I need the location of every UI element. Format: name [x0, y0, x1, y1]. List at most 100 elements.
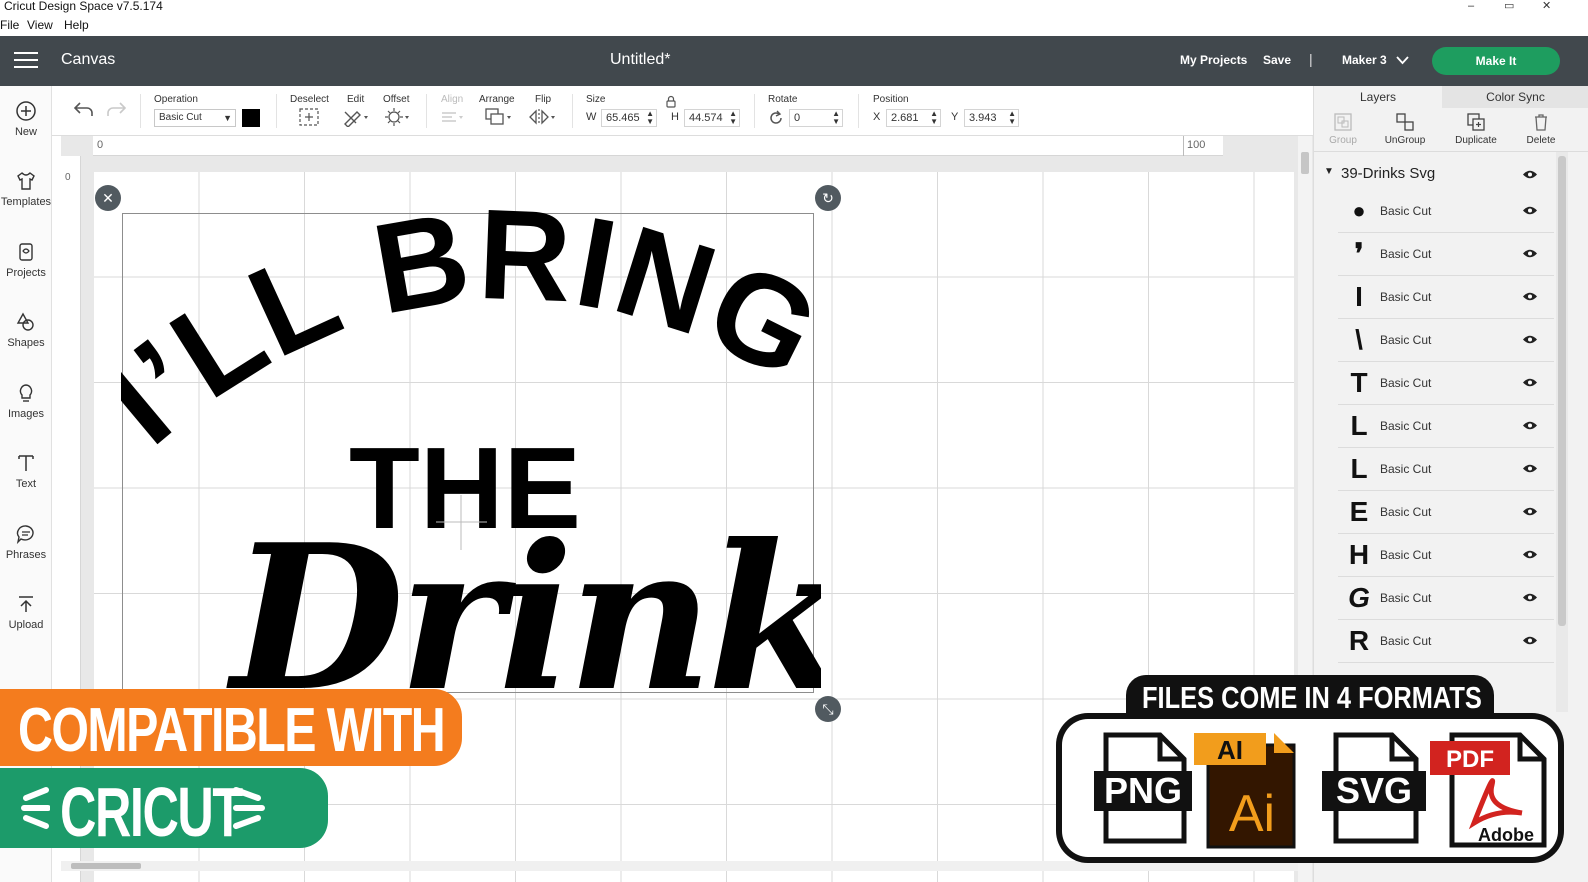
layer-item[interactable]: L Basic Cut [1338, 448, 1554, 491]
sidebar-label-upload: Upload [8, 619, 44, 631]
stepper-icon[interactable]: ▲ ▼ [729, 110, 737, 126]
flip-icon[interactable] [528, 107, 558, 127]
operation-value: Basic Cut [159, 112, 202, 123]
rotate-handle-icon[interactable]: ↻ [815, 185, 841, 211]
design-artwork[interactable]: I’LL BRING THE Drinks [121, 210, 821, 700]
position-label: Position [873, 94, 909, 105]
y-input[interactable]: 3.943 ▲ ▼ [964, 109, 1019, 127]
operation-label: Operation [154, 94, 198, 105]
cricut-banner: CRICUT [0, 768, 328, 851]
sidebar-label-text: Text [15, 478, 37, 490]
layer-label: Basic Cut [1380, 247, 1432, 261]
sidebar-item-text[interactable]: Text [0, 452, 52, 490]
operation-select[interactable]: Basic Cut ▼ [154, 109, 236, 127]
offset-icon[interactable] [384, 107, 412, 127]
chevron-down-icon[interactable] [1396, 56, 1409, 65]
delete-button[interactable]: Delete [1513, 112, 1569, 146]
minimize-icon[interactable]: – [1468, 0, 1474, 12]
duplicate-label: Duplicate [1455, 135, 1497, 146]
stepper-icon[interactable]: ▲ ▼ [646, 110, 654, 126]
eye-icon[interactable] [1522, 463, 1538, 474]
sidebar-label-projects: Projects [6, 267, 46, 279]
app-window: Cricut Design Space v7.5.174 – ▭ ✕ File … [0, 0, 1588, 882]
stepper-icon[interactable]: ▲ ▼ [1008, 110, 1016, 126]
eye-icon[interactable] [1522, 291, 1538, 302]
stepper-icon[interactable]: ▲ ▼ [832, 110, 840, 126]
group-button[interactable]: Group [1315, 112, 1371, 146]
eye-icon[interactable] [1522, 549, 1538, 560]
sidebar-item-new[interactable]: New [0, 100, 52, 138]
menu-file[interactable]: File [0, 18, 19, 32]
sidebar-item-images[interactable]: Images [0, 382, 52, 420]
duplicate-button[interactable]: Duplicate [1448, 112, 1504, 146]
layer-item[interactable]: H Basic Cut [1338, 534, 1554, 577]
lock-icon[interactable] [665, 95, 677, 108]
layer-thumbnail: \ [1355, 324, 1363, 355]
svg-label: SVG [1336, 770, 1412, 811]
menu-help[interactable]: Help [64, 18, 89, 32]
layer-item[interactable]: ❜ Basic Cut [1338, 233, 1554, 276]
eye-icon[interactable] [1522, 506, 1538, 517]
ruler-top-start: 0 [97, 139, 104, 151]
x-input[interactable]: 2.681 ▲ ▼ [886, 109, 941, 127]
layer-item[interactable]: T Basic Cut [1338, 362, 1554, 405]
stepper-icon[interactable]: ▲ ▼ [930, 110, 938, 126]
formats-box: PNG AI Ai SVG PDF Adobe [1056, 713, 1564, 863]
eye-icon[interactable] [1522, 635, 1538, 646]
eye-icon[interactable] [1522, 169, 1538, 180]
rotate-input[interactable]: 0 ▲ ▼ [789, 109, 843, 127]
delete-handle-icon[interactable]: ✕ [95, 185, 121, 211]
sidebar-label-templates: Templates [0, 196, 52, 208]
eye-icon[interactable] [1522, 377, 1538, 388]
eye-icon[interactable] [1522, 592, 1538, 603]
ai-label: Ai [1229, 785, 1275, 843]
layer-label: Basic Cut [1380, 591, 1432, 605]
edit-label: Edit [347, 94, 365, 105]
arrange-icon[interactable] [484, 107, 514, 127]
my-projects-link[interactable]: My Projects [1180, 53, 1247, 67]
ungroup-button[interactable]: UnGroup [1377, 112, 1433, 146]
restore-icon[interactable]: ▭ [1504, 0, 1514, 12]
title-bar: Cricut Design Space v7.5.174 – ▭ ✕ [0, 0, 1588, 14]
machine-selector[interactable]: Maker 3 [1342, 53, 1387, 67]
caret-down-icon[interactable]: ▼ [1324, 166, 1334, 177]
text-icon [18, 455, 34, 471]
sidebar-item-projects[interactable]: Projects [0, 241, 52, 279]
layer-item[interactable]: \ Basic Cut [1338, 319, 1554, 362]
layer-item[interactable]: G Basic Cut [1338, 577, 1554, 620]
sidebar-item-templates[interactable]: Templates [0, 170, 52, 208]
topbar-separator: | [1309, 51, 1313, 67]
x-value: 2.681 [891, 112, 919, 124]
hamburger-menu-icon[interactable] [14, 52, 38, 70]
edit-toolbar: Operation Basic Cut ▼ Deselect Edit Offs… [52, 86, 1313, 136]
sidebar-item-shapes[interactable]: Shapes [0, 311, 52, 349]
save-link[interactable]: Save [1263, 53, 1291, 67]
edit-icon[interactable] [342, 107, 370, 127]
eye-icon[interactable] [1522, 420, 1538, 431]
redo-icon[interactable] [104, 99, 128, 119]
tab-color-sync[interactable]: Color Sync [1442, 86, 1588, 108]
close-window-icon[interactable]: ✕ [1542, 0, 1551, 12]
eye-icon[interactable] [1522, 248, 1538, 259]
layer-group-row[interactable]: ▼ 39-Drinks Svg [1314, 160, 1554, 188]
align-icon[interactable] [440, 107, 466, 127]
menu-view[interactable]: View [27, 18, 53, 32]
sidebar-item-upload[interactable]: Upload [0, 593, 52, 631]
height-input[interactable]: 44.574 ▲ ▼ [684, 109, 740, 127]
layer-item[interactable]: E Basic Cut [1338, 491, 1554, 534]
tab-layers[interactable]: Layers [1314, 86, 1442, 108]
width-input[interactable]: 65.465 ▲ ▼ [601, 109, 657, 127]
layer-item[interactable]: R Basic Cut [1338, 620, 1554, 663]
layer-item[interactable]: I Basic Cut [1338, 276, 1554, 319]
undo-icon[interactable] [72, 99, 96, 119]
eye-icon[interactable] [1522, 205, 1538, 216]
layer-item[interactable]: L Basic Cut [1338, 405, 1554, 448]
deselect-icon[interactable] [298, 107, 320, 127]
make-it-button[interactable]: Make It [1432, 47, 1560, 75]
eye-icon[interactable] [1522, 334, 1538, 345]
layers-scrollbar[interactable] [1556, 152, 1568, 712]
shirt-icon [17, 172, 35, 190]
color-swatch[interactable] [242, 109, 260, 127]
sidebar-item-phrases[interactable]: Phrases [0, 523, 52, 561]
layer-item[interactable]: ● Basic Cut [1338, 190, 1554, 233]
